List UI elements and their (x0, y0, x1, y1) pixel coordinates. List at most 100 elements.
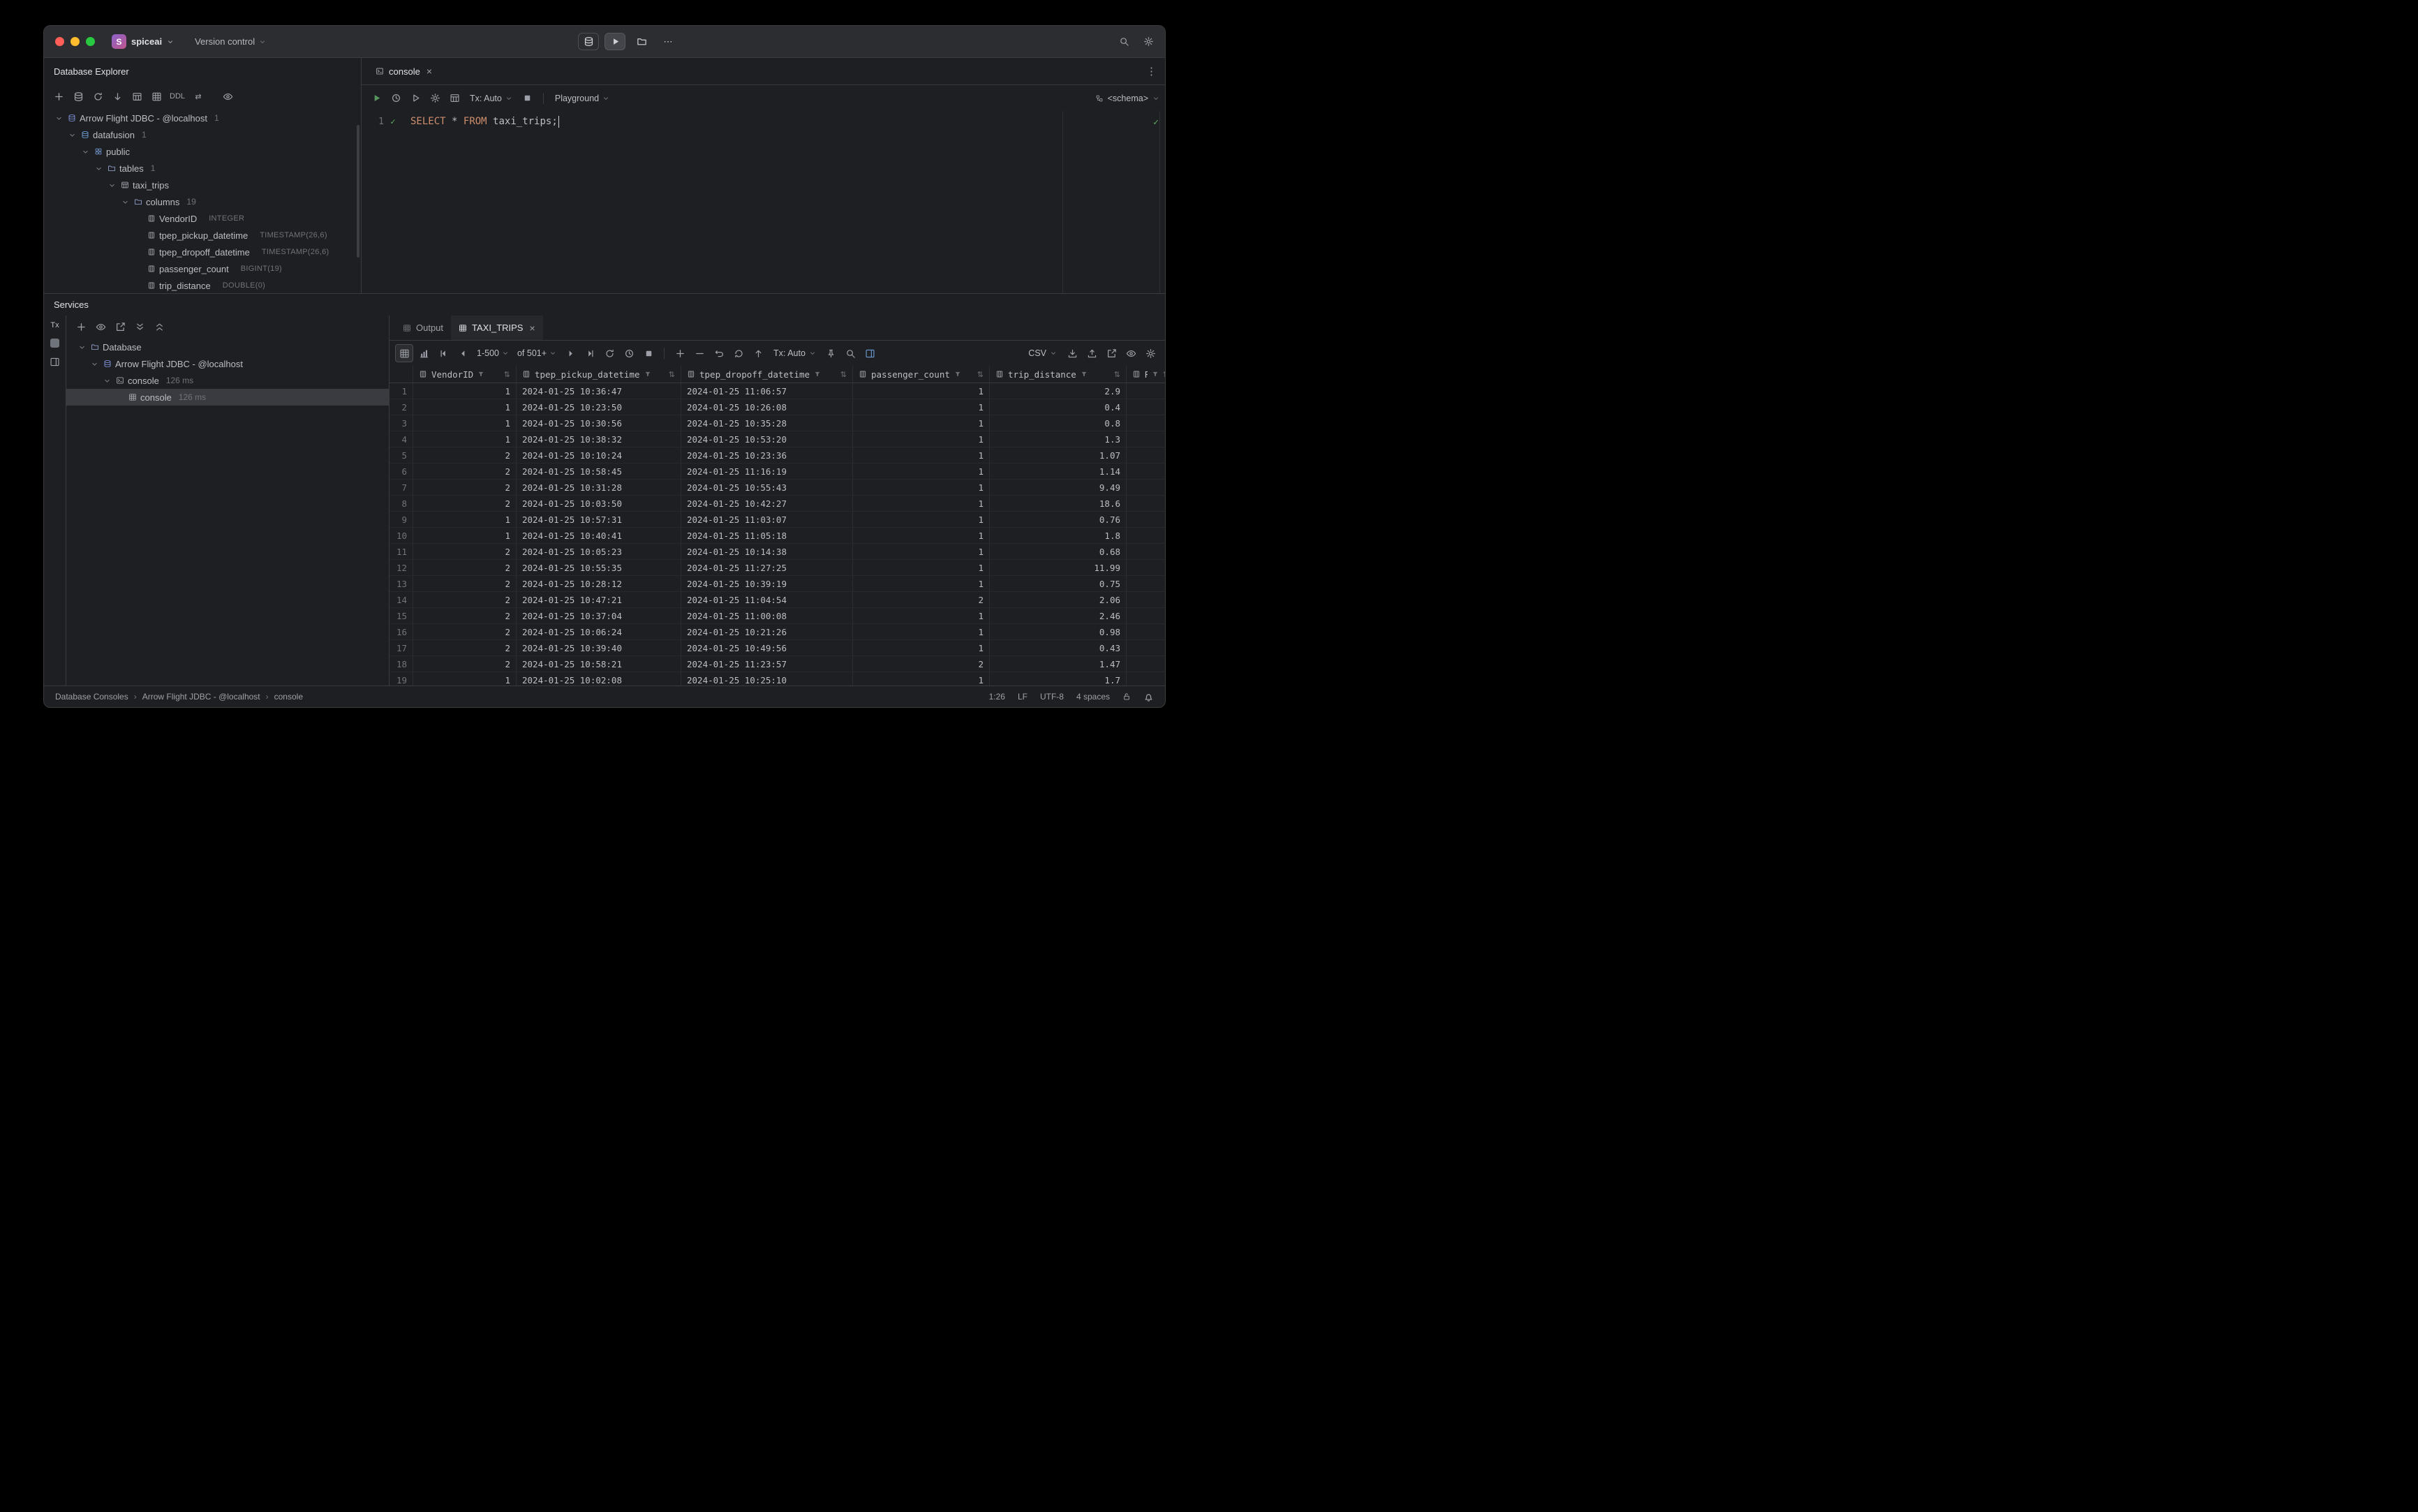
grid-cell[interactable] (1127, 640, 1165, 655)
grid-cell[interactable]: 1 (413, 383, 517, 399)
grid-cell[interactable]: 2024-01-25 10:28:12 (517, 576, 681, 591)
grid-cell[interactable]: 2 (413, 592, 517, 607)
grid-cell[interactable]: 2024-01-25 10:40:41 (517, 528, 681, 543)
grid-cell[interactable] (1127, 576, 1165, 591)
chevron-down-icon[interactable] (53, 114, 64, 122)
tree-item-columns[interactable]: columns 19 (44, 193, 361, 210)
run-script-icon[interactable] (406, 89, 424, 108)
tab-console[interactable]: console × (370, 58, 438, 84)
refresh-dml-icon[interactable] (729, 344, 748, 362)
grid-cell[interactable]: 1 (853, 496, 990, 511)
grid-cell[interactable]: 2024-01-25 10:23:36 (681, 447, 853, 463)
tx-strip-button[interactable]: Tx (50, 321, 59, 329)
grid-cell[interactable]: 2 (413, 496, 517, 511)
row-number[interactable]: 10 (390, 528, 413, 543)
grid-cell[interactable]: 1 (413, 431, 517, 447)
tree-item-vendorid[interactable]: VendorID INTEGER (44, 210, 361, 227)
grid-cell[interactable]: 0.43 (990, 640, 1127, 655)
export-to-file-icon[interactable] (1102, 344, 1120, 362)
search-icon[interactable] (1119, 36, 1129, 47)
grid-cell[interactable] (1127, 592, 1165, 607)
grid-cell[interactable]: 1 (853, 528, 990, 543)
inspections-ok-icon[interactable]: ✓ (1153, 117, 1159, 128)
tree-item-trip-distance[interactable]: trip_distance DOUBLE(0) (44, 277, 361, 293)
grid-cell[interactable]: 2024-01-25 11:16:19 (681, 464, 853, 479)
chevron-down-icon[interactable] (66, 131, 77, 139)
chevron-down-icon[interactable] (80, 148, 91, 156)
row-number[interactable]: 5 (390, 447, 413, 463)
grid-cell[interactable]: 2024-01-25 10:42:27 (681, 496, 853, 511)
grid-cell[interactable] (1127, 431, 1165, 447)
minimize-window-button[interactable] (71, 37, 80, 46)
grid-cell[interactable]: 2 (413, 624, 517, 639)
grid-cell[interactable]: 2024-01-25 11:27:25 (681, 560, 853, 575)
tree-item-tables[interactable]: tables 1 (44, 160, 361, 177)
row-number[interactable]: 12 (390, 560, 413, 575)
grid-cell[interactable]: 2024-01-25 10:36:47 (517, 383, 681, 399)
row-number[interactable]: 3 (390, 415, 413, 431)
close-window-button[interactable] (55, 37, 64, 46)
add-datasource-button[interactable] (50, 87, 68, 105)
row-number[interactable]: 9 (390, 512, 413, 527)
grid-cell[interactable]: 2024-01-25 10:47:21 (517, 592, 681, 607)
page-range-select[interactable]: 1-500 (473, 346, 512, 360)
grid-cell[interactable]: 0.98 (990, 624, 1127, 639)
grid-cell[interactable]: 2 (853, 592, 990, 607)
grid-cell[interactable]: 1 (853, 431, 990, 447)
eye-icon[interactable] (218, 87, 237, 105)
prev-page-icon[interactable] (454, 344, 472, 362)
zoom-window-button[interactable] (86, 37, 95, 46)
run-icon[interactable] (604, 33, 625, 50)
open-in-new-icon[interactable] (111, 318, 129, 336)
grid-cell[interactable]: 2024-01-25 10:53:20 (681, 431, 853, 447)
grid-cell[interactable]: 1 (853, 544, 990, 559)
grid-cell[interactable]: 1 (853, 624, 990, 639)
sort-icon[interactable]: ⇅ (1114, 370, 1120, 379)
code-line-1[interactable]: 1 ✓ SELECT * FROM taxi_trips; (362, 113, 1165, 130)
grid-cell[interactable]: 1.07 (990, 447, 1127, 463)
row-number[interactable]: 1 (390, 383, 413, 399)
grid-cell[interactable]: 1 (413, 399, 517, 415)
tree-item-database[interactable]: Database (66, 339, 389, 355)
eye-icon[interactable] (1122, 344, 1140, 362)
row-number[interactable]: 11 (390, 544, 413, 559)
grid-cell[interactable]: 1.14 (990, 464, 1127, 479)
tree-item-public[interactable]: public (44, 143, 361, 160)
grid-cell[interactable]: 2024-01-25 10:14:38 (681, 544, 853, 559)
grid-cell[interactable]: 2.06 (990, 592, 1127, 607)
folder-icon[interactable] (631, 33, 652, 50)
tree-item-arrow-flight-jdbc-localhost[interactable]: Arrow Flight JDBC - @localhost 1 (44, 110, 361, 126)
gear-icon[interactable] (1143, 36, 1154, 47)
first-page-icon[interactable] (434, 344, 452, 362)
grid-cell[interactable]: 2 (413, 576, 517, 591)
auto-refresh-icon[interactable] (620, 344, 638, 362)
grid-cell[interactable]: 2024-01-25 10:05:23 (517, 544, 681, 559)
database-icon[interactable] (578, 33, 599, 50)
line-ending[interactable]: LF (1018, 692, 1028, 702)
indent-setting[interactable]: 4 spaces (1076, 692, 1110, 702)
grid-cell[interactable]: 2 (413, 656, 517, 672)
compare-icon[interactable]: ⇄ (189, 87, 207, 105)
results-tab-taxi_trips[interactable]: TAXI_TRIPS × (451, 316, 543, 340)
row-number[interactable]: 7 (390, 480, 413, 495)
grid-cell[interactable]: 11.99 (990, 560, 1127, 575)
add-row-icon[interactable] (671, 344, 689, 362)
reload-page-icon[interactable] (600, 344, 618, 362)
grid-cell[interactable]: 1.47 (990, 656, 1127, 672)
grid-cell[interactable]: 2024-01-25 10:57:31 (517, 512, 681, 527)
grid-cell[interactable]: 1.3 (990, 431, 1127, 447)
grid-cell[interactable]: 0.75 (990, 576, 1127, 591)
close-icon[interactable]: × (529, 323, 535, 334)
grid-cell[interactable]: 2024-01-25 10:23:50 (517, 399, 681, 415)
encoding[interactable]: UTF-8 (1040, 692, 1064, 702)
kebab-menu-icon[interactable]: ⋮ (1146, 65, 1157, 77)
grid-cell[interactable]: 2 (413, 464, 517, 479)
gear-icon[interactable] (426, 89, 444, 108)
grid-cell[interactable]: 2024-01-25 10:03:50 (517, 496, 681, 511)
grid-cell[interactable]: 2.9 (990, 383, 1127, 399)
tx-mode-select[interactable]: Tx: Auto (465, 91, 517, 105)
grid-cell[interactable] (1127, 415, 1165, 431)
bell-icon[interactable] (1143, 692, 1154, 702)
row-number[interactable]: 18 (390, 656, 413, 672)
grid-cell[interactable]: 2024-01-25 11:23:57 (681, 656, 853, 672)
